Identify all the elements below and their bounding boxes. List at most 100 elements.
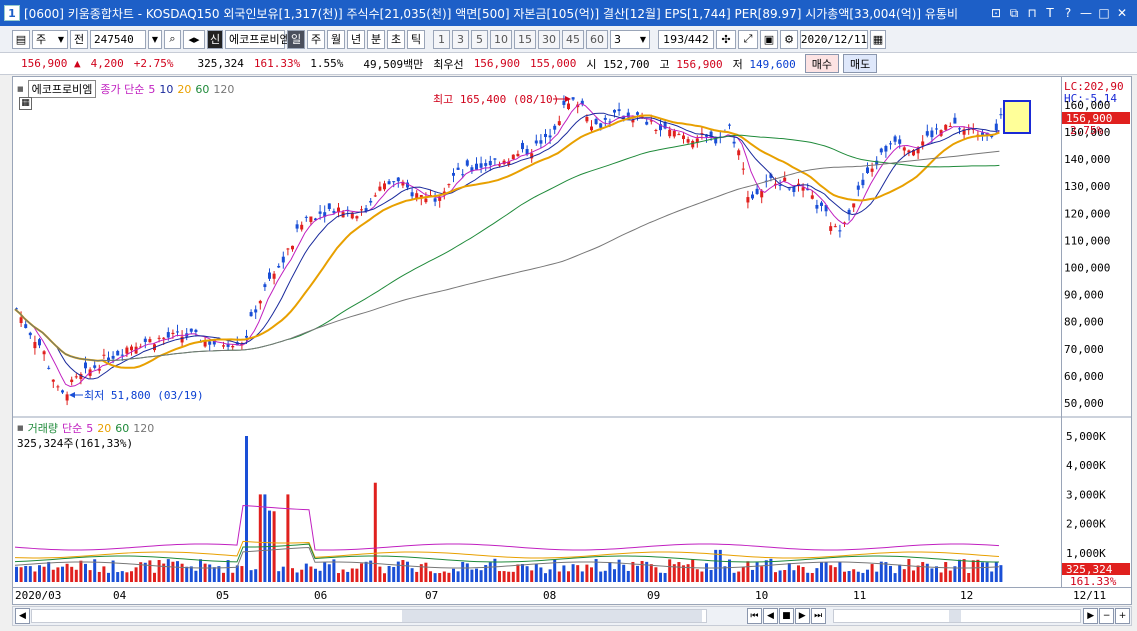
layout-icon[interactable]: ▤ [12,29,30,49]
stock-code-input[interactable] [90,29,146,49]
scroll-left-icon[interactable]: ◀ [15,608,30,624]
prev-button[interactable]: 전 [70,29,88,49]
code-dropdown-icon[interactable]: ▼ [148,29,162,49]
last-icon[interactable]: ⏭ [810,608,826,624]
interval-45[interactable]: 45 [562,29,584,49]
low-annotation: 최저 51,800 (03/19) [69,389,204,402]
volume-bar [755,562,759,582]
tab-day[interactable]: 일 [287,29,305,49]
volume-averages [14,504,1000,569]
candle-body [861,179,865,186]
period-select[interactable]: 주 ▼ [32,29,68,49]
volume-bar [240,566,244,582]
interval-1[interactable]: 1 [433,29,450,49]
first-icon[interactable]: ⏮ [747,608,762,624]
candle-body [567,103,570,110]
price-tick-label: 100,000 [1064,262,1110,275]
price-chart[interactable]: 최고 165,400 (08/10) 최저 51,800 (03/19) [13,77,1061,587]
volume-bar [222,572,225,582]
volume-bar [314,568,317,582]
candle-body [677,134,681,136]
scroll-track[interactable] [30,609,708,623]
candle-body [300,224,304,230]
turnover: 1.55% [310,57,344,70]
volume-ma-line [14,504,1000,551]
volume-bar [429,571,432,582]
window-title: [0600] 키움종합차트 - KOSDAQ150 외국인보유[1,317(천)… [24,6,959,21]
candle-body [484,163,488,166]
window-control-3-icon[interactable]: ⊓ [1023,4,1041,22]
interval-60[interactable]: 60 [586,29,608,49]
new-badge: 신 [207,29,223,49]
interval-3[interactable]: 3 [452,29,469,49]
volume-bar [378,566,382,582]
tab-tick[interactable]: 틱 [407,29,425,49]
date-field[interactable]: 2020/12/11 [800,29,868,49]
crosshair-icon[interactable]: ✣ [716,29,736,49]
high-annotation: 최고 165,400 (08/10) [433,93,571,106]
tab-minute[interactable]: 분 [367,29,385,49]
candle-body [668,129,672,137]
chart-scrollbar[interactable]: ◀ ⏮ ◀ ■ ▶ ⏭ ▶ − + [12,606,1132,626]
interval-5[interactable]: 5 [471,29,488,49]
volume-bar [751,569,754,582]
volume-bar [424,562,428,582]
zoom-thumb[interactable] [948,610,961,622]
volume-bar [245,436,248,582]
calendar-icon[interactable]: ▦ [870,29,886,49]
interval-15[interactable]: 15 [514,29,536,49]
zoom-out-icon[interactable]: − [1099,608,1115,624]
scroll-thumb[interactable] [401,610,702,622]
interval-30[interactable]: 30 [538,29,560,49]
tab-week[interactable]: 주 [307,29,325,49]
candle-body [833,226,837,228]
candle-body [856,185,860,190]
chevron-down-icon: ▼ [639,34,646,44]
ma-60-line [14,134,1000,362]
axis-svg: LC:202,90 HC:-5,14 160,000150,000140,000… [1062,80,1132,587]
help-icon[interactable]: ? [1059,4,1077,22]
speaker-icon[interactable]: ◂▸ [183,29,205,49]
tab-month[interactable]: 월 [327,29,345,49]
volume-bar [475,568,478,582]
zoom-right-icon[interactable]: ▶ [1083,608,1099,624]
volume-bar [548,569,552,582]
candle-body [74,376,78,378]
close-icon[interactable]: ✕ [1113,4,1131,22]
zoom-in-icon[interactable]: + [1115,608,1130,624]
volume-bar [783,570,787,582]
save-icon[interactable]: ▣ [760,29,778,49]
volume-bar [350,568,354,582]
volume-bar [470,569,474,582]
candle-body [479,163,483,168]
buy-button[interactable]: 매수 [804,54,839,73]
volume-bar [985,562,989,582]
volume-bar [28,566,32,582]
stop-icon[interactable]: ■ [778,608,794,624]
prev-icon[interactable]: ◀ [762,608,778,624]
interval-10[interactable]: 10 [490,29,512,49]
font-icon[interactable]: T [1041,4,1059,22]
volume-bar [990,571,994,582]
window-control-2-icon[interactable]: ⧉ [1005,4,1023,22]
volume-bar [852,569,856,582]
tab-second[interactable]: 초 [387,29,405,49]
zoom-icon[interactable]: ⤢ [738,29,758,49]
chevron-down-icon: ▼ [57,34,64,44]
candle-body [254,309,258,313]
search-icon[interactable]: ⌕ [164,29,181,49]
candle-body [373,195,377,197]
window-control-1-icon[interactable]: ⊡ [987,4,1005,22]
gear-icon[interactable]: ⚙ [780,29,798,49]
next-icon[interactable]: ▶ [794,608,810,624]
maximize-icon[interactable]: □ [1095,4,1113,22]
candle-body [369,200,373,203]
minimize-icon[interactable]: — [1077,4,1095,22]
chart-area[interactable]: ■ 에코프로비엠 종가 단순 5 10 20 60 120 ▦ ■ 거래량 단순… [12,76,1062,588]
zoom-track[interactable] [832,609,1082,623]
high-value: 156,900 [676,57,723,71]
tab-year[interactable]: 년 [347,29,365,49]
sell-button[interactable]: 매도 [842,54,878,73]
interval-select[interactable]: 3 ▼ [610,29,650,49]
candle-body [613,109,616,113]
